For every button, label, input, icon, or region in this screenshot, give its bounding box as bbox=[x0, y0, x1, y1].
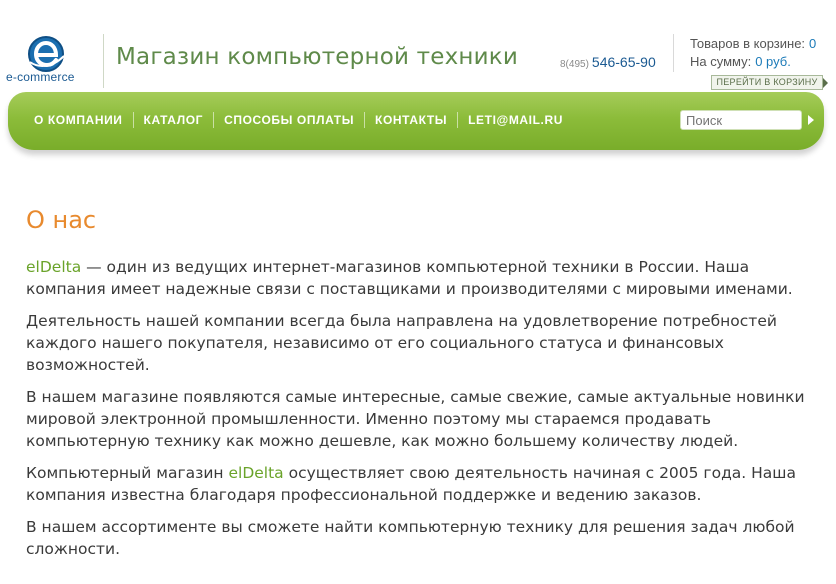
cart-sum-label: На сумму: bbox=[690, 54, 752, 69]
search-submit-icon[interactable] bbox=[808, 115, 814, 125]
phone-number: 546-65-90 bbox=[591, 54, 656, 70]
header: e-commerce Магазин компьютерной техники … bbox=[0, 0, 836, 92]
cart-sum-row: На сумму: 0 руб. bbox=[690, 53, 816, 71]
nav-item-about[interactable]: О КОМПАНИИ bbox=[27, 112, 134, 128]
cart-items-label: Товаров в корзине: bbox=[690, 36, 806, 51]
about-paragraph-5: В нашем ассортименте вы сможете найти ко… bbox=[26, 518, 795, 558]
cart-items-row: Товаров в корзине: 0 bbox=[690, 35, 816, 53]
nav-item-email[interactable]: LETI@MAIL.RU bbox=[458, 112, 573, 128]
page-title: О нас bbox=[26, 206, 97, 234]
paragraph-text: — один из ведущих интернет-магазинов ком… bbox=[26, 258, 793, 298]
e-commerce-logo-icon bbox=[28, 36, 65, 72]
phone: 8(495) 546-65-90 bbox=[560, 54, 656, 72]
about-paragraph-1: elDelta — один из ведущих интернет-магаз… bbox=[26, 256, 821, 300]
nav-item-contacts[interactable]: КОНТАКТЫ bbox=[365, 112, 459, 128]
logo-text: e-commerce bbox=[6, 70, 75, 84]
cart-items-value: 0 bbox=[809, 36, 817, 51]
search-input[interactable] bbox=[680, 110, 802, 130]
main-navigation-bar: О КОМПАНИИ КАТАЛОГ СПОСОБЫ ОПЛАТЫ КОНТАК… bbox=[8, 92, 824, 150]
main-content: О нас elDelta — один из ведущих интернет… bbox=[26, 204, 821, 558]
cart-sum-value: 0 руб. bbox=[755, 54, 791, 69]
about-paragraph-2: Деятельность нашей компании всегда была … bbox=[26, 312, 777, 374]
nav-item-catalog[interactable]: КАТАЛОГ bbox=[134, 112, 215, 128]
about-paragraph-3: В нашем магазине появляются самые интере… bbox=[26, 388, 805, 450]
main-menu: О КОМПАНИИ КАТАЛОГ СПОСОБЫ ОПЛАТЫ КОНТАК… bbox=[27, 112, 573, 128]
about-paragraph-4: Компьютерный магазин elDelta осуществляе… bbox=[26, 462, 821, 506]
site-title: Магазин компьютерной техники bbox=[116, 44, 519, 70]
brand-link[interactable]: elDelta bbox=[228, 464, 283, 482]
cart-summary: Товаров в корзине: 0 На сумму: 0 руб. bbox=[690, 35, 816, 71]
phone-code: 8(495) bbox=[560, 59, 589, 70]
go-to-cart-button[interactable]: ПЕРЕЙТИ В КОРЗИНУ bbox=[711, 75, 828, 90]
cart-divider bbox=[673, 34, 674, 72]
nav-item-payment[interactable]: СПОСОБЫ ОПЛАТЫ bbox=[214, 112, 366, 128]
arrow-right-icon bbox=[823, 78, 828, 88]
logo[interactable]: e-commerce bbox=[6, 34, 92, 86]
header-divider bbox=[103, 34, 104, 88]
paragraph-text: Компьютерный магазин bbox=[26, 464, 229, 482]
search bbox=[680, 110, 814, 132]
go-to-cart-label: ПЕРЕЙТИ В КОРЗИНУ bbox=[716, 77, 818, 87]
brand-link[interactable]: elDelta bbox=[26, 258, 81, 276]
